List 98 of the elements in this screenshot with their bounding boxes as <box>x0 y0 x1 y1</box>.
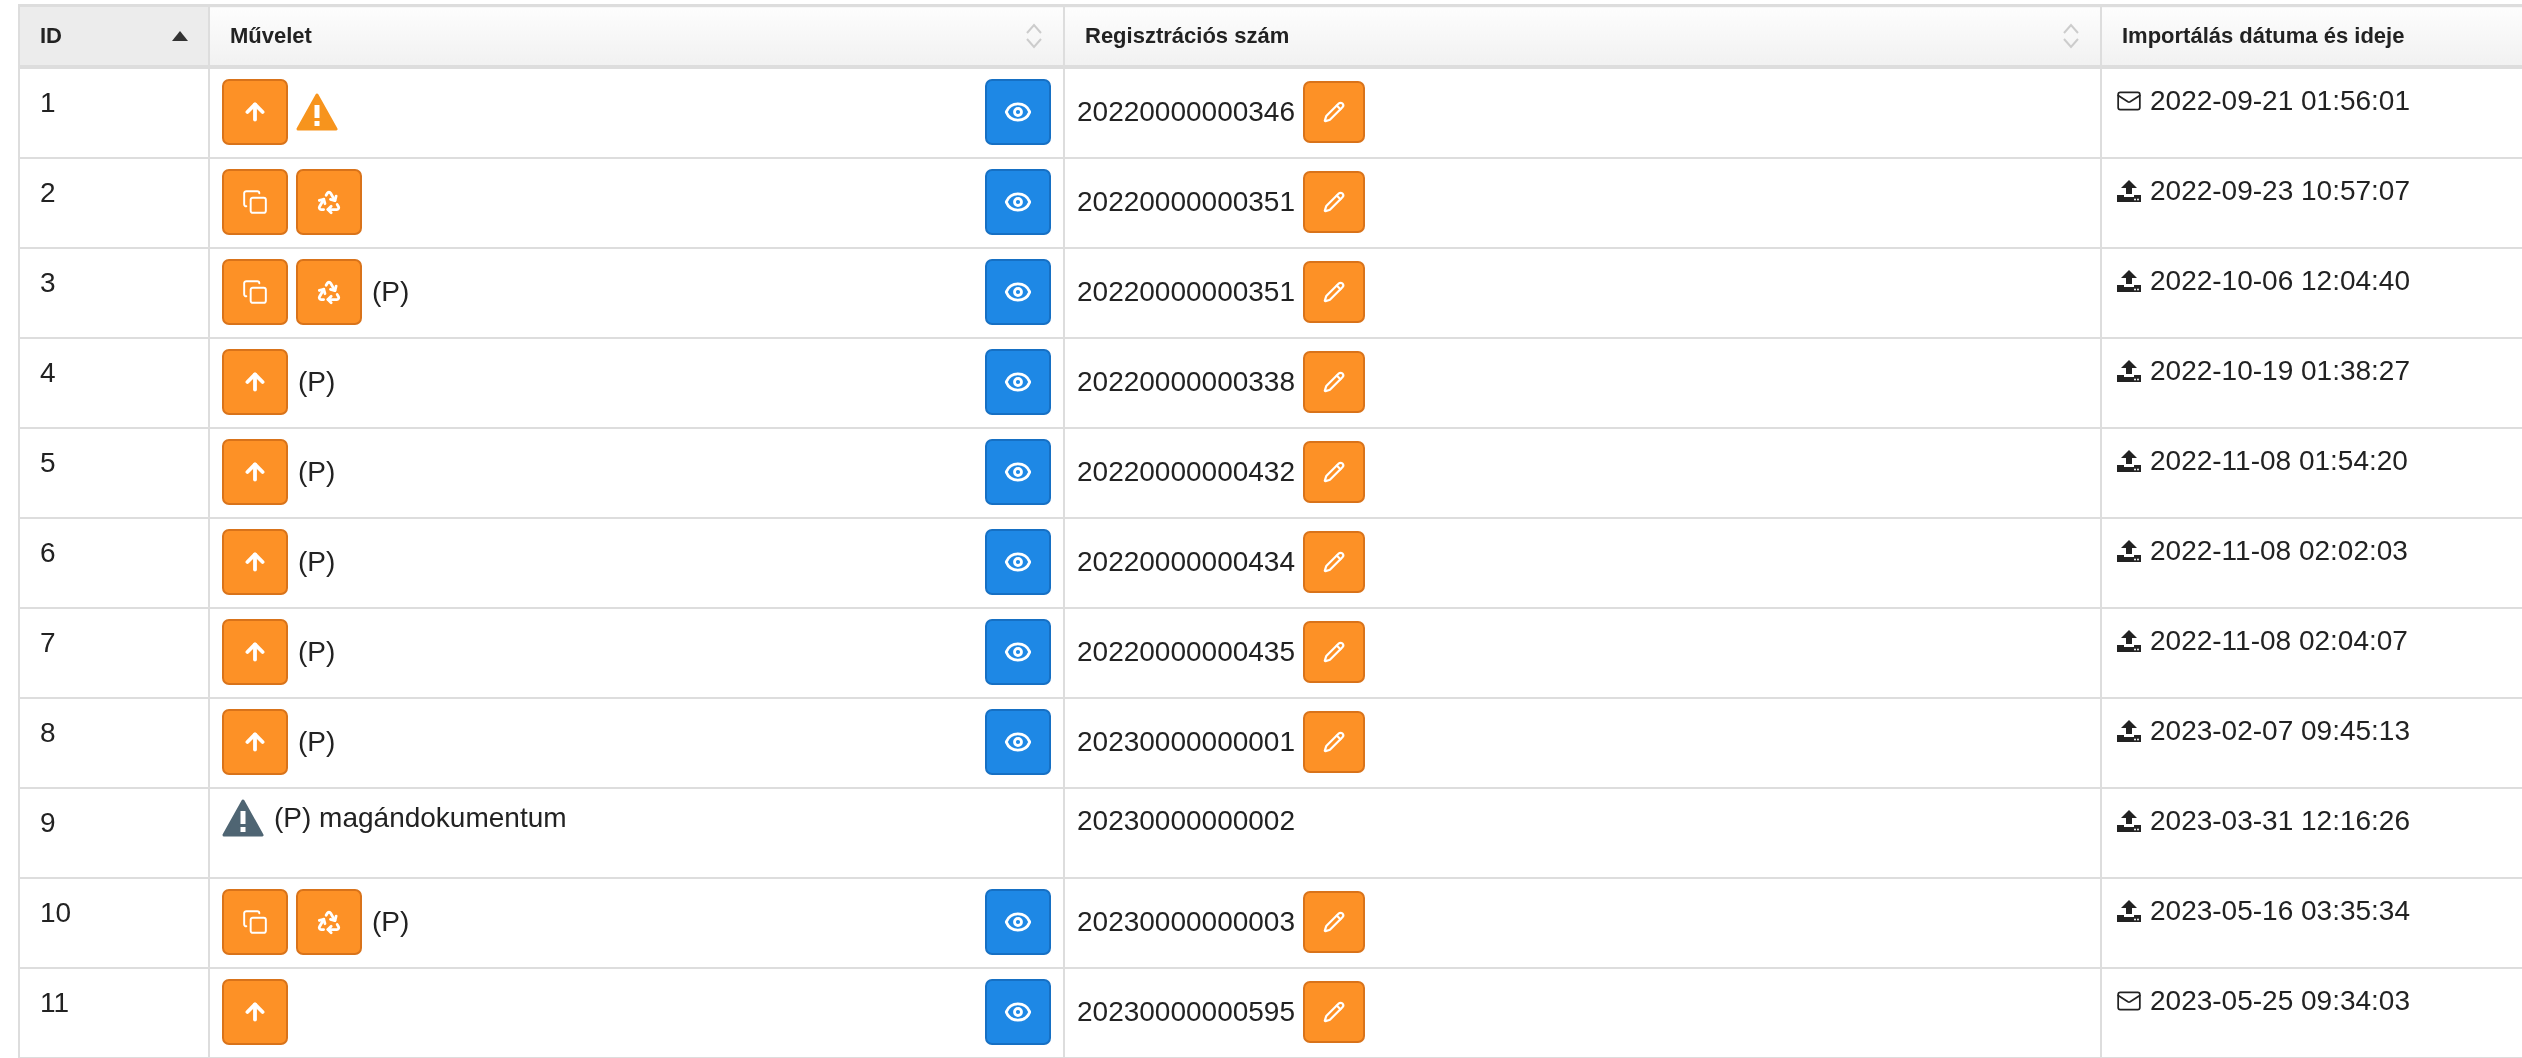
pencil-icon <box>1323 461 1345 483</box>
copy-icon <box>242 279 268 305</box>
sort-ascending-icon[interactable] <box>172 31 188 41</box>
column-title: ID <box>40 23 62 49</box>
column-header[interactable]: Művelet <box>209 5 1064 67</box>
pencil-icon <box>1323 281 1345 303</box>
edit-button[interactable] <box>1303 711 1365 773</box>
pencil-icon <box>1323 641 1345 663</box>
import-datetime: 2023-02-07 09:45:13 <box>2150 715 2410 747</box>
id-cell: 8 <box>19 698 209 788</box>
upload-button[interactable] <box>222 529 288 595</box>
id-cell: 2 <box>19 158 209 248</box>
registration-number: 20220000000338 <box>1077 366 1295 398</box>
id-cell: 5 <box>19 428 209 518</box>
recycle-button[interactable] <box>296 259 362 325</box>
import-datetime: 2022-11-08 02:04:07 <box>2150 625 2408 657</box>
note-text: (P) magándokumentum <box>274 802 567 834</box>
id-cell: 7 <box>19 608 209 698</box>
import-datetime: 2023-03-31 12:16:26 <box>2150 805 2410 837</box>
import-datetime: 2023-05-16 03:35:34 <box>2150 895 2410 927</box>
registration-number: 20220000000434 <box>1077 546 1295 578</box>
note-text: (P) <box>298 546 336 578</box>
edit-button[interactable] <box>1303 171 1365 233</box>
registration-number: 20220000000346 <box>1077 96 1295 128</box>
edit-button[interactable] <box>1303 621 1365 683</box>
import-datetime: 2022-09-21 01:56:01 <box>2150 85 2410 117</box>
recycle-icon <box>316 279 342 305</box>
import-datetime: 2022-10-06 12:04:40 <box>2150 265 2410 297</box>
id-cell: 3 <box>19 248 209 338</box>
registration-number: 20220000000432 <box>1077 456 1295 488</box>
edit-button[interactable] <box>1303 441 1365 503</box>
copy-icon <box>242 909 268 935</box>
id-cell: 10 <box>19 878 209 968</box>
edit-button[interactable] <box>1303 261 1365 323</box>
view-button[interactable] <box>985 619 1051 685</box>
registration-number: 20220000000351 <box>1077 276 1295 308</box>
registration-number: 20220000000435 <box>1077 636 1295 668</box>
pencil-icon <box>1323 191 1345 213</box>
view-button[interactable] <box>985 889 1051 955</box>
id-cell: 6 <box>19 518 209 608</box>
id-cell: 9 <box>19 788 209 878</box>
view-button[interactable] <box>985 979 1051 1045</box>
view-button[interactable] <box>985 169 1051 235</box>
note-text: (P) <box>298 366 336 398</box>
copy-button[interactable] <box>222 169 288 235</box>
upload-button[interactable] <box>222 79 288 145</box>
import-datetime: 2022-11-08 02:02:03 <box>2150 535 2408 567</box>
column-header[interactable]: Regisztrációs szám <box>1064 5 2101 67</box>
pencil-icon <box>1323 551 1345 573</box>
view-button[interactable] <box>985 259 1051 325</box>
note-text: (P) <box>372 906 410 938</box>
upload-button[interactable] <box>222 439 288 505</box>
pencil-icon <box>1323 101 1345 123</box>
upload-button[interactable] <box>222 709 288 775</box>
id-cell: 4 <box>19 338 209 428</box>
recycle-icon <box>316 189 342 215</box>
import-datetime: 2023-05-25 09:34:03 <box>2150 985 2410 1017</box>
note-text: (P) <box>298 456 336 488</box>
import-datetime: 2022-09-23 10:57:07 <box>2150 175 2410 207</box>
upload-button[interactable] <box>222 619 288 685</box>
import-datetime: 2022-10-19 01:38:27 <box>2150 355 2410 387</box>
id-cell: 1 <box>19 67 209 158</box>
pencil-icon <box>1323 371 1345 393</box>
column-title: Regisztrációs szám <box>1085 23 1290 49</box>
import-datetime: 2022-11-08 01:54:20 <box>2150 445 2408 477</box>
edit-button[interactable] <box>1303 351 1365 413</box>
upload-button[interactable] <box>222 979 288 1045</box>
copy-button[interactable] <box>222 889 288 955</box>
edit-button[interactable] <box>1303 981 1365 1043</box>
copy-icon <box>242 189 268 215</box>
note-text: (P) <box>298 726 336 758</box>
view-button[interactable] <box>985 709 1051 775</box>
view-button[interactable] <box>985 349 1051 415</box>
pencil-icon <box>1323 731 1345 753</box>
note-text: (P) <box>298 636 336 668</box>
copy-button[interactable] <box>222 259 288 325</box>
registration-number: 20230000000001 <box>1077 726 1295 758</box>
column-title: Művelet <box>230 23 312 49</box>
edit-button[interactable] <box>1303 891 1365 953</box>
note-text: (P) <box>372 276 410 308</box>
pencil-icon <box>1323 1001 1345 1023</box>
recycle-button[interactable] <box>296 169 362 235</box>
view-button[interactable] <box>985 529 1051 595</box>
registration-number: 20230000000003 <box>1077 906 1295 938</box>
id-cell: 11 <box>19 968 209 1058</box>
edit-button[interactable] <box>1303 81 1365 143</box>
column-title: Importálás dátuma és ideje <box>2122 23 2405 49</box>
registration-number: 20220000000351 <box>1077 186 1295 218</box>
registration-number: 20230000000595 <box>1077 996 1295 1028</box>
upload-button[interactable] <box>222 349 288 415</box>
column-header[interactable]: ID <box>19 5 209 67</box>
view-button[interactable] <box>985 439 1051 505</box>
recycle-icon <box>316 909 342 935</box>
registration-number: 20230000000002 <box>1077 805 1295 837</box>
view-button[interactable] <box>985 79 1051 145</box>
edit-button[interactable] <box>1303 531 1365 593</box>
recycle-button[interactable] <box>296 889 362 955</box>
pencil-icon <box>1323 911 1345 933</box>
